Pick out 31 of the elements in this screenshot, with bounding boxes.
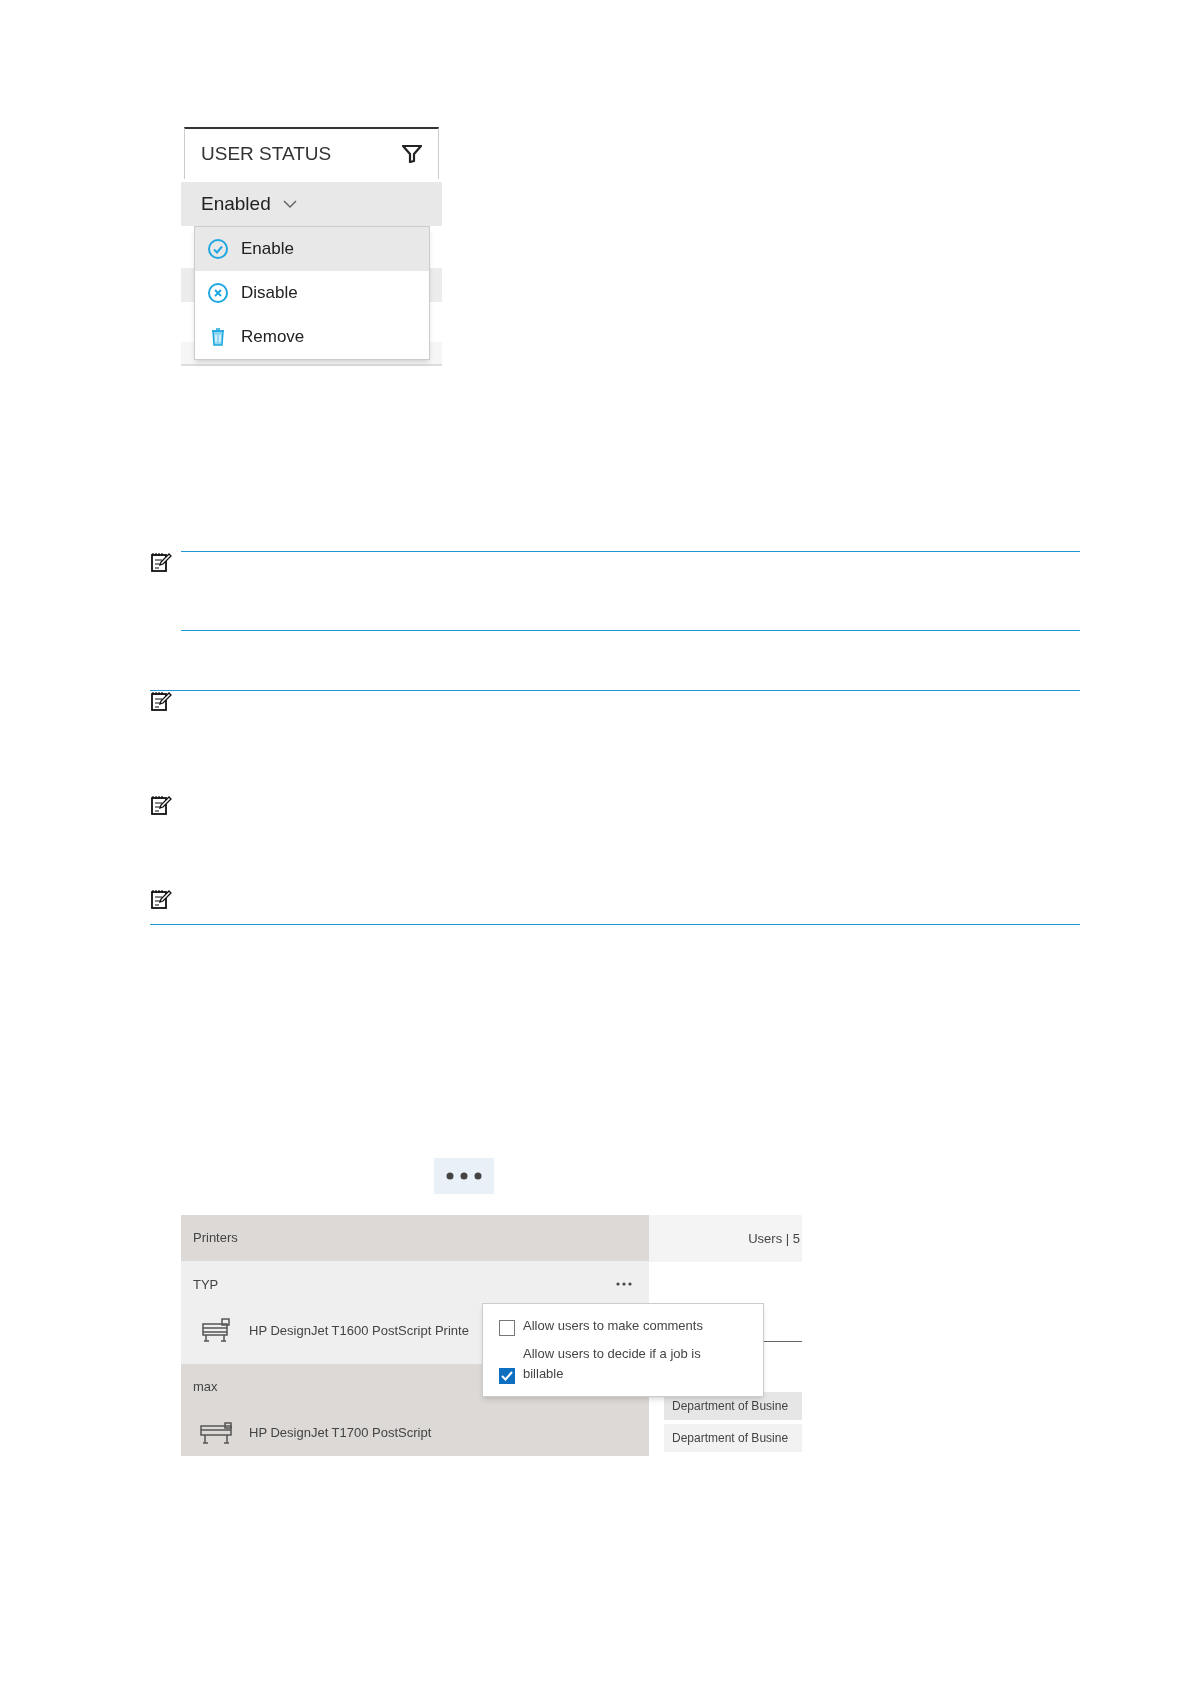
checkbox[interactable] <box>499 1320 515 1336</box>
printer-name[interactable]: HP DesignJet T1600 PostScript Printe <box>249 1320 469 1341</box>
printer-icon <box>199 1316 233 1345</box>
menu-item-label: Enable <box>241 238 294 261</box>
note-icon <box>150 888 172 910</box>
more-icon <box>446 1172 482 1180</box>
x-circle-icon <box>207 282 229 304</box>
filter-icon[interactable] <box>402 145 422 163</box>
column-title: USER STATUS <box>201 141 332 166</box>
printer-icon <box>199 1419 233 1447</box>
group-name: max <box>193 1378 218 1397</box>
note-icon <box>150 551 172 573</box>
chevron-down-icon <box>282 199 297 209</box>
panel-title: Printers <box>193 1229 238 1248</box>
menu-item-label: Disable <box>241 282 298 305</box>
checkmark-icon <box>501 1371 513 1381</box>
menu-item[interactable]: Enable <box>195 227 429 271</box>
note-icon <box>150 690 172 712</box>
more-button[interactable] <box>434 1158 494 1194</box>
group-name: TYP <box>193 1275 219 1294</box>
check-circle-icon <box>207 238 229 260</box>
printer-name[interactable]: HP DesignJet T1700 PostScript <box>249 1423 432 1443</box>
status-dropdown[interactable]: Enabled <box>181 182 442 226</box>
note-icon <box>150 794 172 816</box>
menu-item-label: Remove <box>241 326 305 349</box>
table-cell: Department of Busine <box>664 1424 802 1452</box>
checkbox[interactable] <box>499 1368 515 1384</box>
menu-item[interactable]: Disable <box>195 271 429 315</box>
menu-item[interactable]: Remove <box>195 315 429 359</box>
panel-title: Users | 5 <box>748 1229 801 1248</box>
more-icon[interactable] <box>616 1282 632 1287</box>
